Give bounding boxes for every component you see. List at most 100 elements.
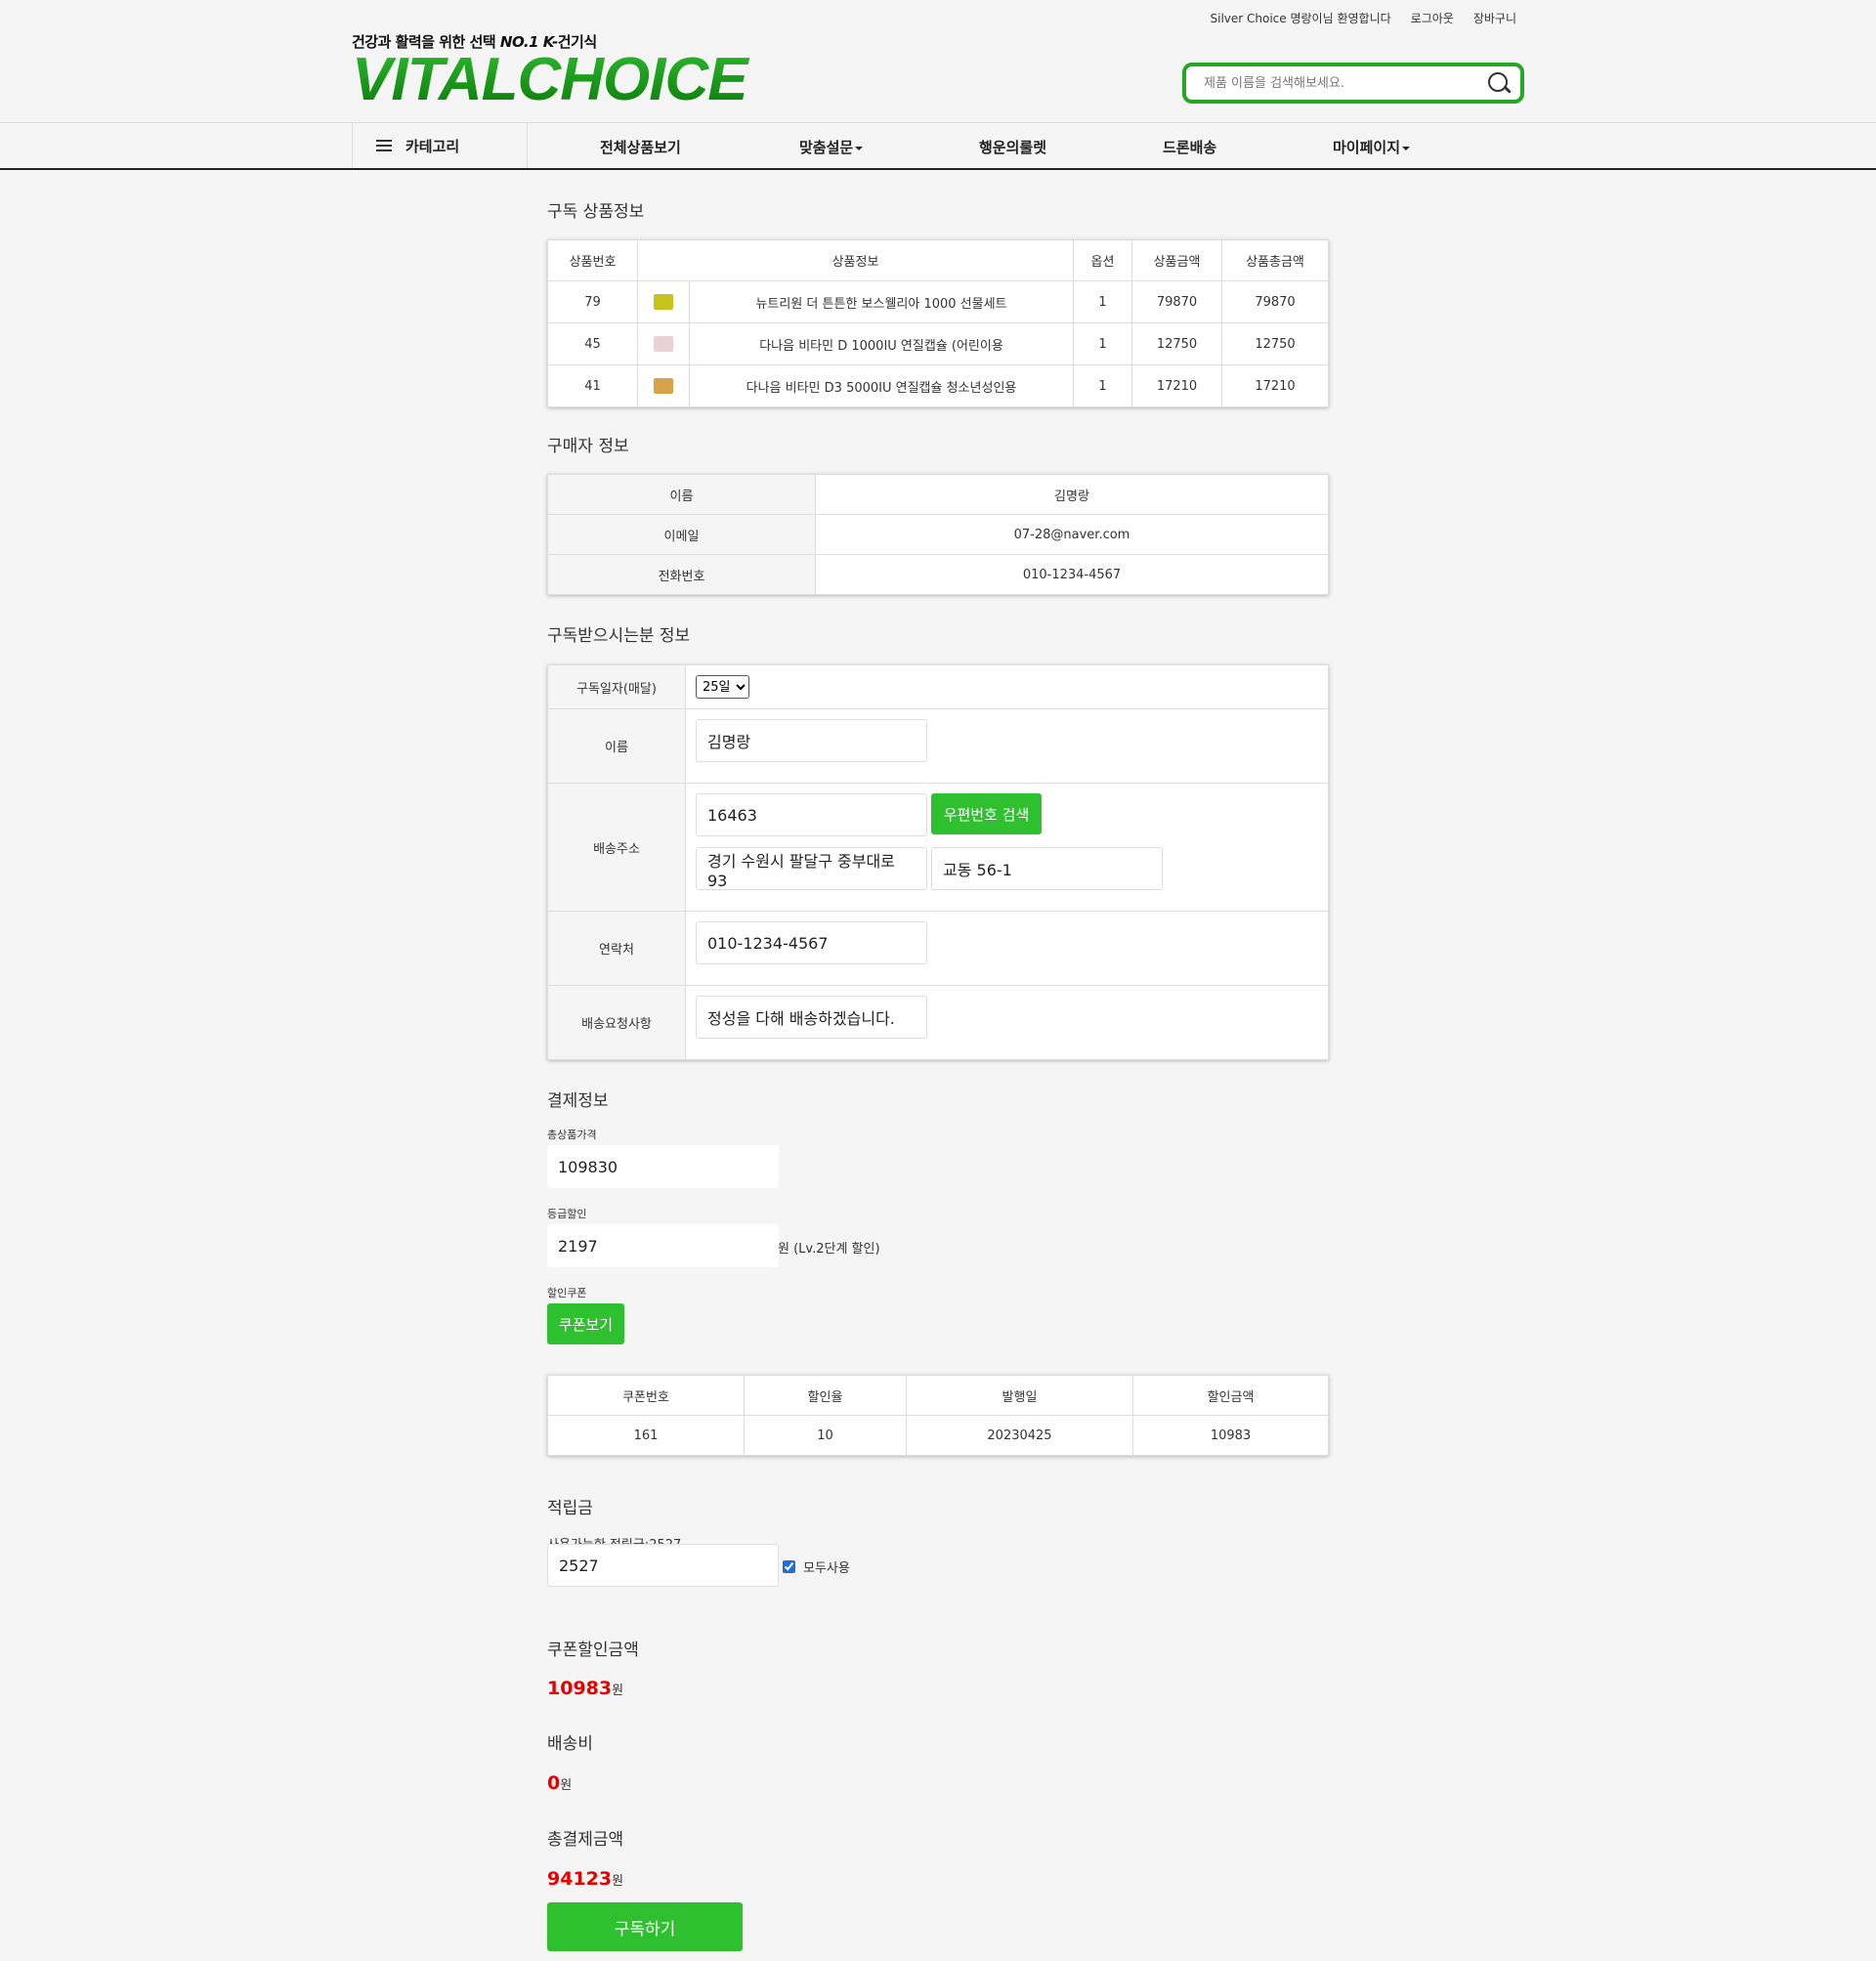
column-header: 상품금액: [1131, 239, 1222, 281]
address-line2-input[interactable]: 교동 56-1: [931, 847, 1163, 890]
caret-down-icon: [855, 146, 864, 150]
points-input[interactable]: 2527: [547, 1544, 779, 1587]
total-price-label: 총상품가격: [547, 1129, 597, 1141]
product-price: 79870: [1131, 280, 1222, 323]
address-line1-input[interactable]: 경기 수원시 팔달구 중부대로 93: [696, 847, 927, 890]
product-price: 12750: [1131, 322, 1222, 365]
grade-discount-input[interactable]: 2197: [547, 1224, 779, 1267]
product-option: 1: [1073, 364, 1132, 407]
product-thumbnail[interactable]: [637, 364, 690, 407]
product-image: [654, 378, 673, 394]
search-box: [1182, 63, 1524, 104]
column-header: 쿠폰번호: [547, 1375, 745, 1416]
product-total: 79870: [1221, 280, 1329, 323]
nav-item-survey[interactable]: 맞춤설문: [799, 137, 864, 157]
nav-item-mypage[interactable]: 마이페이지: [1333, 137, 1411, 157]
coupon-number: 161: [547, 1415, 745, 1456]
column-header: 옵션: [1073, 239, 1132, 281]
coupon-discount-amount: 10983: [1132, 1415, 1329, 1456]
top-links: Silver Choice 명랑이님 환영합니다 로그아웃 장바구니: [1211, 10, 1517, 26]
column-header: 상품총금액: [1221, 239, 1329, 281]
product-name[interactable]: 뉴트리원 더 튼튼한 보스웰리아 1000 선물세트: [689, 280, 1074, 323]
search-input[interactable]: [1204, 75, 1487, 91]
buyer-phone-label: 전화번호: [547, 554, 816, 595]
buyer-section-title: 구매자 정보: [547, 437, 629, 456]
table-row: 전화번호 010-1234-4567: [547, 554, 1329, 595]
use-all-points-checkbox[interactable]: [783, 1560, 795, 1573]
table-row: 이메일 07-28@naver.com: [547, 514, 1329, 555]
coupon-rate: 10: [744, 1415, 907, 1456]
site-header: Silver Choice 명랑이님 환영합니다 로그아웃 장바구니 건강과 활…: [0, 0, 1876, 123]
nav-item-drone-delivery[interactable]: 드론배송: [1163, 137, 1216, 157]
total-price-input[interactable]: 109830: [547, 1145, 779, 1188]
use-all-points[interactable]: 모두사용: [783, 1557, 850, 1576]
recipient-form: 구독일자(매달) 25일 이름 김명랑 배송주소 16463 우편번호 검색 경…: [547, 664, 1329, 1060]
form-row: 구독일자(매달) 25일: [547, 664, 1329, 709]
product-name[interactable]: 다나음 비타민 D 1000IU 연질캡슐 (어린이용: [689, 322, 1074, 365]
coupon-issue-date: 20230425: [906, 1415, 1133, 1456]
product-number: 45: [547, 322, 638, 365]
grade-discount-label: 등급할인: [547, 1208, 587, 1220]
logout-link[interactable]: 로그아웃: [1411, 10, 1454, 26]
product-thumbnail[interactable]: [637, 322, 690, 365]
form-row: 연락처 010-1234-4567: [547, 911, 1329, 986]
form-row: 이름 김명랑: [547, 708, 1329, 784]
zipcode-input[interactable]: 16463: [696, 793, 927, 836]
product-number: 79: [547, 280, 638, 323]
shipping-fee-amount: 0원: [547, 1772, 573, 1794]
table-row[interactable]: 161 10 20230425 10983: [547, 1415, 1329, 1456]
products-section-title: 구독 상품정보: [547, 202, 645, 222]
coupon-discount-title: 쿠폰할인금액: [547, 1641, 639, 1660]
buyer-email-value: 07-28@naver.com: [815, 514, 1329, 555]
product-name[interactable]: 다나음 비타민 D3 5000IU 연질캡슐 청소년성인용: [689, 364, 1074, 407]
contact-label: 연락처: [547, 911, 686, 986]
recipient-section-title: 구독받으시는분 정보: [547, 626, 691, 646]
product-total: 17210: [1221, 364, 1329, 407]
table-row: 이름 김명랑: [547, 474, 1329, 515]
subscription-day-label: 구독일자(매달): [547, 664, 686, 709]
form-row: 배송요청사항 정성을 다해 배송하겠습니다.: [547, 985, 1329, 1060]
zipcode-search-button[interactable]: 우편번호 검색: [931, 793, 1042, 834]
subscribe-button[interactable]: 구독하기: [547, 1902, 743, 1951]
product-image: [654, 336, 673, 352]
view-coupons-button[interactable]: 쿠폰보기: [547, 1303, 624, 1344]
product-option: 1: [1073, 322, 1132, 365]
buyer-email-label: 이메일: [547, 514, 816, 555]
cart-link[interactable]: 장바구니: [1473, 10, 1516, 26]
nav-item-roulette[interactable]: 행운의룰렛: [979, 137, 1046, 157]
coupon-label: 할인쿠폰: [547, 1287, 587, 1300]
contact-input[interactable]: 010-1234-4567: [696, 921, 927, 964]
product-option: 1: [1073, 280, 1132, 323]
site-logo[interactable]: 건강과 활력을 위한 선택 NO.1 K-건기식 VITALCHOICE: [352, 31, 772, 110]
buyer-name-value: 김명랑: [815, 474, 1329, 515]
product-total: 12750: [1221, 322, 1329, 365]
nav-category-button[interactable]: 카테고리: [352, 123, 528, 168]
hamburger-icon: [376, 140, 392, 151]
shipping-fee-title: 배송비: [547, 1734, 593, 1754]
product-number: 41: [547, 364, 638, 407]
logo-wordmark: VITALCHOICE: [352, 50, 772, 110]
buyer-phone-value: 010-1234-4567: [815, 554, 1329, 595]
delivery-request-input[interactable]: 정성을 다해 배송하겠습니다.: [696, 996, 927, 1039]
column-header: 상품정보: [637, 239, 1074, 281]
table-header-row: 쿠폰번호 할인율 발행일 할인금액: [547, 1375, 1329, 1416]
products-table: 상품번호 상품정보 옵션 상품금액 상품총금액 79 뉴트리원 더 튼튼한 보스…: [547, 239, 1329, 407]
column-header: 발행일: [906, 1375, 1133, 1416]
table-row[interactable]: 45 다나음 비타민 D 1000IU 연질캡슐 (어린이용 1 12750 1…: [547, 322, 1329, 365]
column-header: 할인율: [744, 1375, 907, 1416]
buyer-info-table: 이름 김명랑 이메일 07-28@naver.com 전화번호 010-1234…: [547, 474, 1329, 595]
recipient-name-input[interactable]: 김명랑: [696, 719, 927, 762]
coupon-table: 쿠폰번호 할인율 발행일 할인금액 161 10 20230425 10983: [547, 1375, 1329, 1456]
buyer-name-label: 이름: [547, 474, 816, 515]
nav-item-all-products[interactable]: 전체상품보기: [600, 137, 681, 157]
search-icon[interactable]: [1487, 71, 1511, 95]
product-thumbnail[interactable]: [637, 280, 690, 323]
product-image: [654, 294, 673, 310]
table-row[interactable]: 79 뉴트리원 더 튼튼한 보스웰리아 1000 선물세트 1 79870 79…: [547, 280, 1329, 323]
main-nav: 카테고리 전체상품보기 맞춤설문 행운의룰렛 드론배송 마이페이지: [0, 123, 1876, 170]
coupon-discount-amount: 10983원: [547, 1678, 624, 1699]
address-label: 배송주소: [547, 783, 686, 912]
table-row[interactable]: 41 다나음 비타민 D3 5000IU 연질캡슐 청소년성인용 1 17210…: [547, 364, 1329, 407]
subscription-day-select[interactable]: 25일: [696, 675, 749, 699]
welcome-text: Silver Choice 명랑이님 환영합니다: [1210, 12, 1391, 25]
